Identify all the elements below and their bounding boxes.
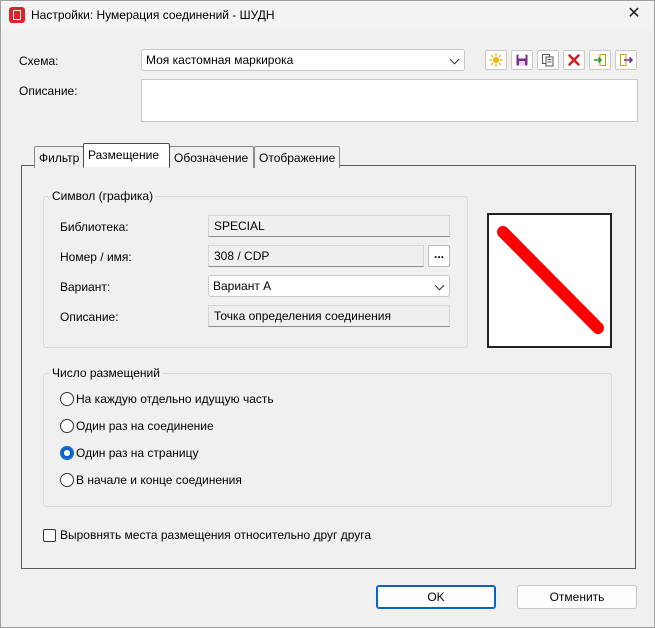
radio-each-part-label: На каждую отдельно идущую часть	[76, 392, 274, 406]
copy-icon	[542, 54, 554, 67]
align-checkbox-label: Выровнять места размещения относительно …	[60, 528, 372, 542]
scheme-label: Схема:	[19, 54, 59, 68]
radio-once-per-connection-label: Один раз на соединение	[76, 419, 214, 433]
description-label: Описание:	[19, 84, 78, 98]
import-icon	[594, 54, 606, 66]
radio-each-part[interactable]	[60, 392, 74, 406]
symbol-description-label: Описание:	[60, 310, 119, 324]
radio-start-end[interactable]	[60, 473, 74, 487]
cancel-button[interactable]: Отменить	[517, 585, 637, 609]
symbol-group-title: Символ (графика)	[50, 189, 156, 203]
export-icon	[620, 54, 633, 66]
delete-scheme-button[interactable]	[563, 50, 585, 70]
placement-count-title: Число размещений	[50, 366, 162, 380]
radio-start-end-label: В начале и конце соединения	[76, 473, 242, 487]
new-scheme-button[interactable]	[485, 50, 507, 70]
tab-placement[interactable]: Размещение	[83, 143, 170, 167]
number-label: Номер / имя:	[60, 250, 132, 264]
settings-dialog: Настройки: Нумерация соединений - ШУДН ✕…	[0, 0, 655, 628]
align-checkbox[interactable]	[43, 529, 56, 542]
new-icon	[489, 53, 503, 67]
library-label: Библиотека:	[60, 220, 129, 234]
symbol-description-field: Точка определения соединения	[208, 305, 450, 327]
variant-select-value: Вариант A	[213, 279, 272, 293]
window-title: Настройки: Нумерация соединений - ШУДН	[31, 8, 275, 22]
chevron-down-icon	[434, 280, 445, 291]
tab-display[interactable]: Отображение	[254, 146, 340, 168]
browse-button[interactable]: ...	[428, 245, 450, 267]
tab-filter[interactable]: Фильтр	[34, 146, 84, 168]
save-icon	[516, 54, 528, 66]
variant-label: Вариант:	[60, 280, 111, 294]
import-scheme-button[interactable]	[589, 50, 611, 70]
symbol-preview	[487, 213, 612, 348]
variant-select[interactable]: Вариант A	[208, 275, 450, 297]
radio-once-per-page[interactable]	[60, 446, 74, 460]
chevron-down-icon	[449, 54, 460, 65]
save-scheme-button[interactable]	[511, 50, 533, 70]
scheme-select-value: Моя кастомная маркирока	[146, 53, 294, 67]
export-scheme-button[interactable]	[615, 50, 637, 70]
scheme-select[interactable]: Моя кастомная маркирока	[141, 49, 465, 71]
copy-scheme-button[interactable]	[537, 50, 559, 70]
tab-designation[interactable]: Обозначение	[169, 146, 254, 168]
ok-button[interactable]: OK	[376, 585, 496, 609]
close-button[interactable]: ✕	[614, 1, 654, 29]
radio-once-per-connection[interactable]	[60, 419, 74, 433]
app-icon	[9, 7, 25, 23]
number-field: 308 / CDP	[208, 245, 424, 267]
title-bar: Настройки: Нумерация соединений - ШУДН ✕	[1, 1, 654, 31]
connection-point-symbol	[497, 226, 604, 334]
library-field: SPECIAL	[208, 215, 450, 237]
radio-once-per-page-label: Один раз на страницу	[76, 446, 199, 460]
description-field[interactable]	[141, 79, 638, 122]
delete-icon	[568, 54, 580, 66]
